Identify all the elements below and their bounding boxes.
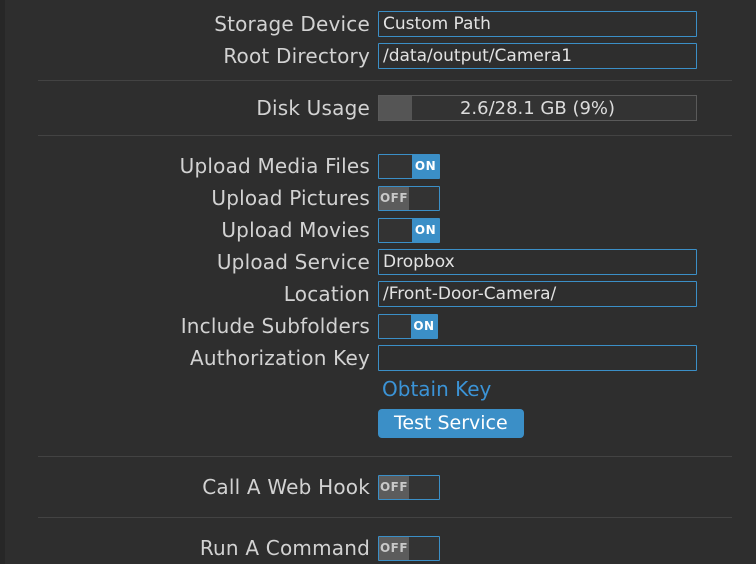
control-upload-pictures: OFF — [378, 185, 756, 211]
row-authorization-key: Authorization Key — [0, 342, 756, 374]
label-run-a-command: Run A Command — [199, 536, 370, 560]
label-upload-pictures: Upload Pictures — [211, 186, 370, 210]
row-disk-usage: Disk Usage 2.6/28.1 GB (9%) — [0, 92, 756, 124]
control-disk-usage: 2.6/28.1 GB (9%) — [378, 95, 756, 121]
row-include-subfolders: Include Subfolders ON — [0, 310, 756, 342]
upload-service-input[interactable] — [378, 249, 697, 275]
toggle-call-a-web-hook[interactable]: OFF — [378, 474, 440, 500]
obtain-key-link[interactable]: Obtain Key — [378, 377, 491, 401]
storage-device-input[interactable] — [378, 11, 697, 37]
toggle-state-label: ON — [412, 154, 439, 178]
label-storage-device: Storage Device — [214, 12, 370, 36]
row-call-a-web-hook: Call A Web Hook OFF — [0, 471, 756, 503]
toggle-include-subfolders[interactable]: ON — [378, 313, 438, 339]
disk-usage-bar: 2.6/28.1 GB (9%) — [378, 95, 697, 121]
settings-page: Storage Device Root Directory Disk Usage… — [0, 0, 756, 564]
control-storage-device — [378, 11, 756, 37]
label-upload-service: Upload Service — [216, 250, 370, 274]
toggle-upload-pictures[interactable]: OFF — [378, 185, 440, 211]
upload-section: Upload Media Files ON Upload Pictures OF… — [0, 150, 756, 442]
location-input[interactable] — [378, 281, 697, 307]
control-upload-media-files: ON — [378, 153, 756, 179]
label-include-subfolders: Include Subfolders — [180, 314, 370, 338]
label-location: Location — [283, 282, 370, 306]
row-obtain-key: Obtain Key — [0, 374, 756, 404]
toggle-knob — [379, 314, 411, 338]
toggle-knob — [379, 154, 412, 178]
row-storage-device: Storage Device — [0, 8, 756, 40]
toggle-state-label: ON — [410, 314, 437, 338]
command-section: Run A Command OFF — [0, 532, 756, 564]
control-upload-service — [378, 249, 756, 275]
label-disk-usage: Disk Usage — [256, 96, 370, 120]
webhook-section: Call A Web Hook OFF — [0, 471, 756, 503]
toggle-track — [409, 186, 439, 210]
toggle-knob — [379, 218, 412, 242]
toggle-state-label: OFF — [379, 475, 409, 499]
control-root-directory — [378, 43, 756, 69]
row-root-directory: Root Directory — [0, 40, 756, 72]
control-call-a-web-hook: OFF — [378, 474, 756, 500]
disk-usage-bar-fill — [379, 96, 413, 120]
control-upload-movies: ON — [378, 217, 756, 243]
root-directory-input[interactable] — [378, 43, 697, 69]
row-run-a-command: Run A Command OFF — [0, 532, 756, 564]
disk-usage-section: Disk Usage 2.6/28.1 GB (9%) — [0, 92, 756, 124]
control-location — [378, 281, 756, 307]
control-include-subfolders: ON — [378, 313, 756, 339]
label-upload-media-files: Upload Media Files — [179, 154, 370, 178]
control-authorization-key — [378, 345, 756, 371]
toggle-state-label: OFF — [379, 186, 409, 210]
row-upload-media-files: Upload Media Files ON — [0, 150, 756, 182]
disk-usage-text: 2.6/28.1 GB (9%) — [459, 97, 616, 119]
label-authorization-key: Authorization Key — [190, 346, 370, 370]
toggle-track — [409, 475, 439, 499]
toggle-state-label: OFF — [379, 536, 409, 560]
toggle-upload-media-files[interactable]: ON — [378, 153, 440, 179]
authorization-key-input[interactable] — [378, 345, 697, 371]
toggle-run-a-command[interactable]: OFF — [378, 535, 440, 561]
row-upload-movies: Upload Movies ON — [0, 214, 756, 246]
label-call-a-web-hook: Call A Web Hook — [202, 475, 370, 499]
test-service-button[interactable]: Test Service — [378, 408, 524, 438]
toggle-state-label: ON — [412, 218, 439, 242]
row-test-service: Test Service — [0, 404, 756, 442]
storage-section: Storage Device Root Directory — [0, 8, 756, 72]
label-root-directory: Root Directory — [223, 44, 370, 68]
label-upload-movies: Upload Movies — [221, 218, 370, 242]
toggle-track — [409, 536, 439, 560]
row-location: Location — [0, 278, 756, 310]
control-run-a-command: OFF — [378, 535, 756, 561]
row-upload-pictures: Upload Pictures OFF — [0, 182, 756, 214]
toggle-upload-movies[interactable]: ON — [378, 217, 440, 243]
row-upload-service: Upload Service — [0, 246, 756, 278]
